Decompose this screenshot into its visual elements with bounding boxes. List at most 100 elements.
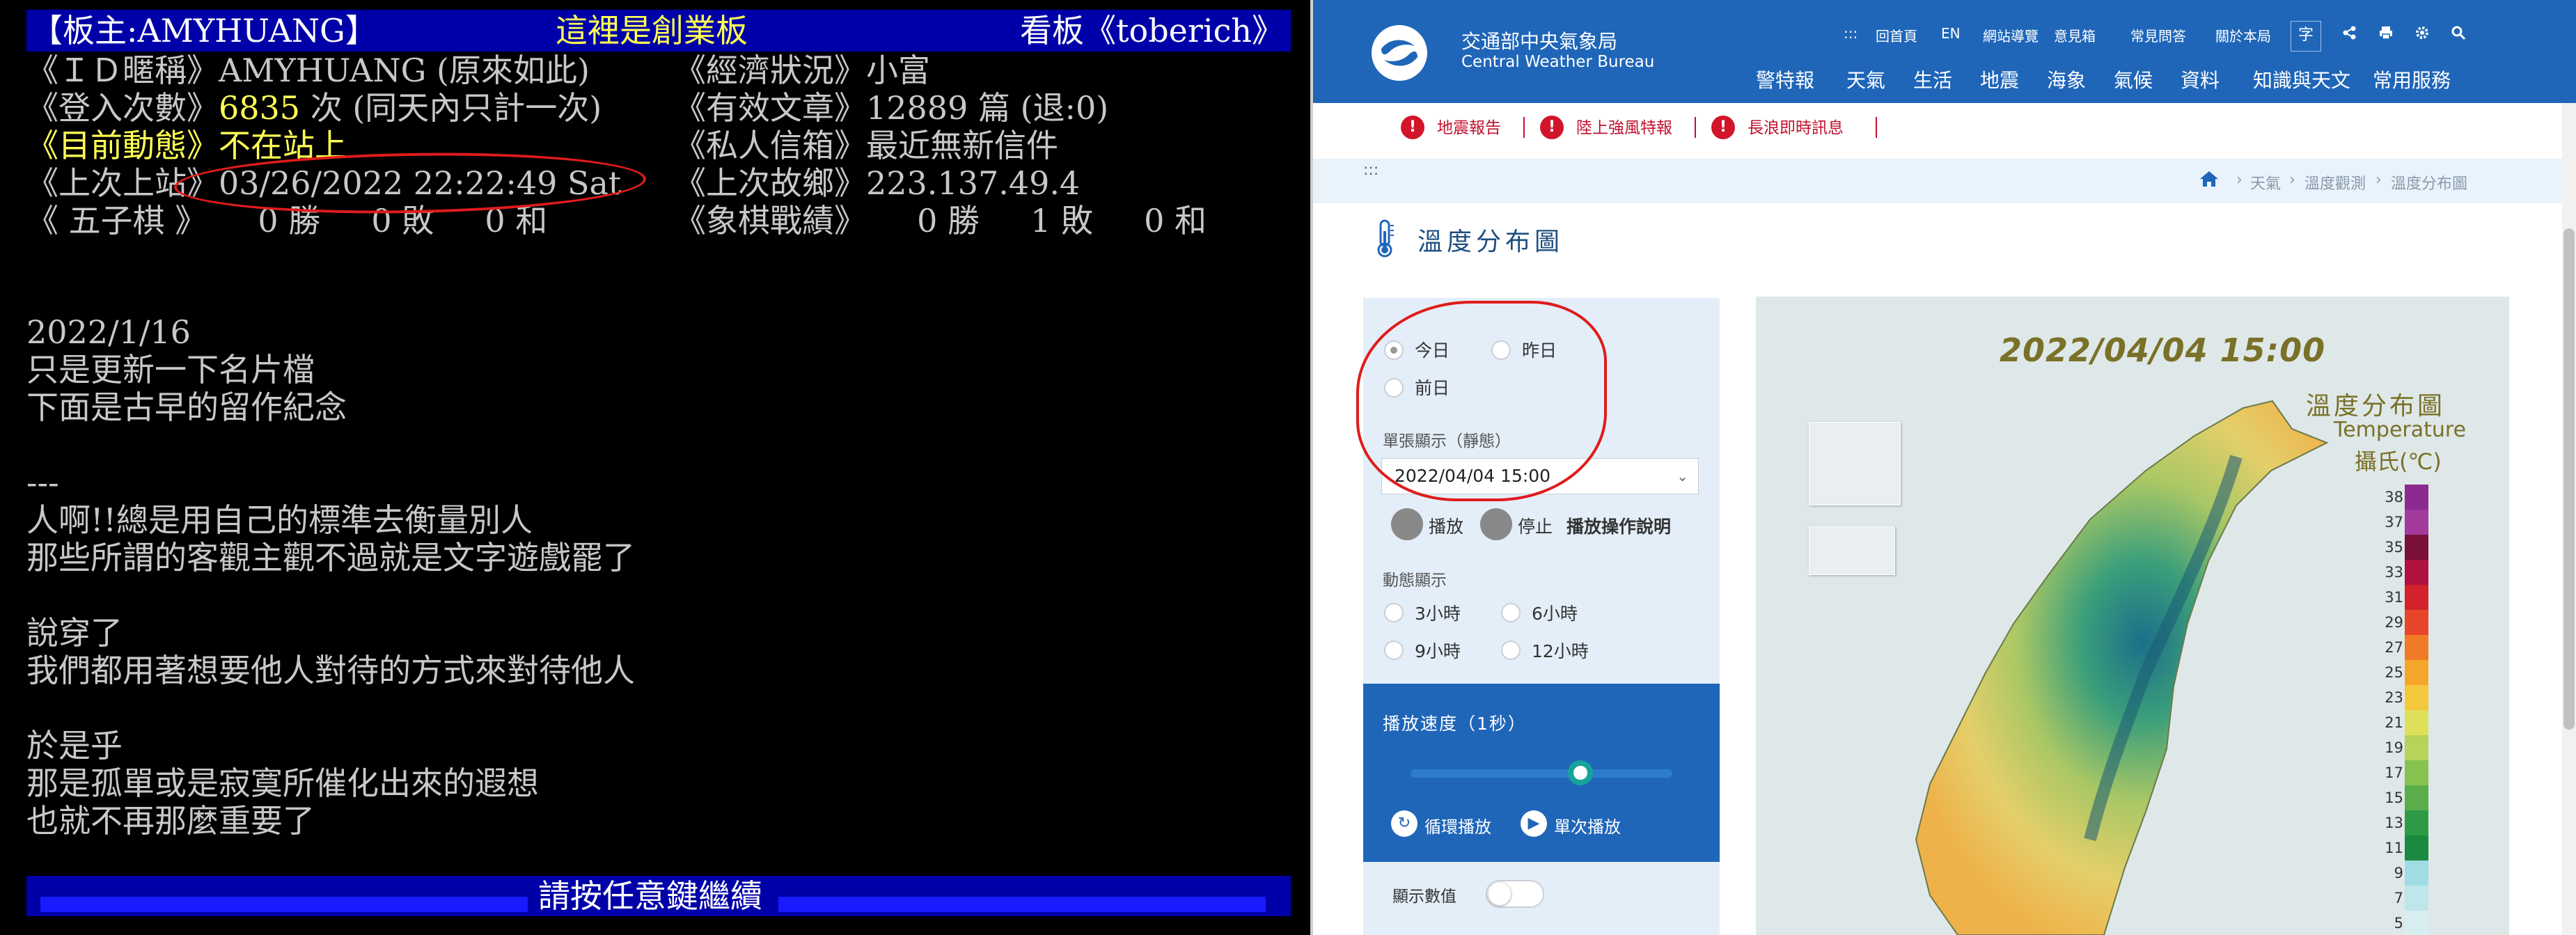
scale-swatch: [2405, 610, 2428, 635]
radio-6h[interactable]: [1501, 603, 1521, 622]
scale-swatch: [2405, 560, 2428, 585]
breadcrumb-weather[interactable]: 天氣: [2250, 171, 2281, 194]
map-legend-unit: 攝氏(℃): [2355, 448, 2442, 475]
profile-logins-note: 次 (同天內只計一次): [300, 89, 602, 127]
settings-gear-icon[interactable]: [2414, 25, 2430, 45]
breadcrumb-dots: :::: [1363, 162, 1379, 179]
scrollbar-thumb[interactable]: [2563, 228, 2575, 730]
loop-icon[interactable]: ↻: [1391, 810, 1417, 837]
nav-weather[interactable]: 天氣: [1846, 65, 1885, 93]
board-moderator: 【板主:AMYHUANG】: [31, 12, 377, 49]
util-about-link[interactable]: 關於本局: [2215, 25, 2271, 45]
scale-label: 19: [2385, 739, 2403, 756]
scale-swatch: [2405, 785, 2428, 810]
logo-title-zh[interactable]: 交通部中央氣象局: [1461, 26, 1617, 54]
alert-exclamation-icon: !: [1540, 116, 1564, 139]
font-size-button[interactable]: 字: [2291, 21, 2321, 52]
page-scrollbar[interactable]: [2562, 103, 2576, 935]
play-help-link[interactable]: 播放操作說明: [1566, 513, 1671, 538]
continue-prompt: 請按任意鍵繼續: [538, 877, 762, 915]
scale-swatch: [2405, 660, 2428, 685]
cwb-logo-icon[interactable]: [1372, 25, 1427, 81]
util-mailbox-link[interactable]: 意見箱: [2054, 25, 2096, 45]
util-sitemap-link[interactable]: 網站導覽: [1983, 25, 2039, 45]
profile-logins-label: 《登入次數》: [26, 89, 219, 127]
util-en-link[interactable]: EN: [1941, 25, 1961, 42]
nav-services[interactable]: 常用服務: [2373, 65, 2451, 93]
stop-button[interactable]: [1480, 508, 1512, 540]
breadcrumb-sep: ›: [2289, 171, 2295, 189]
scale-label: 13: [2385, 815, 2403, 831]
scale-label: 11: [2385, 840, 2403, 856]
signature-text: 2022/1/16 只是更新一下名片檔 下面是古早的留作紀念 --- 人啊!!總…: [26, 313, 635, 840]
bbs-top-bar: 【板主:AMYHUANG】 這裡是創業板 看板《toberich》: [26, 10, 1291, 52]
scale-label: 21: [2385, 714, 2403, 731]
print-icon[interactable]: [2378, 25, 2394, 45]
continue-prompt-bar[interactable]: 請按任意鍵繼續: [26, 876, 1291, 916]
search-icon[interactable]: [2451, 25, 2466, 45]
profile-posts: 《有效文章》12889 篇 (退:0): [674, 89, 1109, 127]
play-label[interactable]: 播放: [1429, 513, 1463, 538]
page-title: 溫度分布圖: [1417, 228, 1564, 256]
alert-separator: [1876, 117, 1877, 138]
scale-label: 33: [2385, 564, 2403, 581]
scale-label: 15: [2385, 789, 2403, 806]
show-values-toggle[interactable]: [1486, 880, 1544, 908]
radio-9h[interactable]: [1384, 641, 1404, 660]
stop-label[interactable]: 停止: [1518, 513, 1553, 538]
kinmen-inset: [1809, 526, 1895, 575]
nav-marine[interactable]: 海象: [2047, 65, 2086, 93]
scale-swatch: [2405, 585, 2428, 610]
scale-label: 35: [2385, 539, 2403, 556]
radio-6h-label[interactable]: 6小時: [1532, 600, 1578, 625]
radio-3h-label[interactable]: 3小時: [1415, 600, 1461, 625]
play-once-button[interactable]: 單次播放: [1554, 813, 1621, 838]
radio-12h-label[interactable]: 12小時: [1532, 638, 1589, 663]
map-legend-title-en: Temperature: [2334, 418, 2467, 442]
scale-swatch: [2405, 886, 2428, 911]
temperature-color-scale: [2405, 485, 2428, 935]
nav-warnings[interactable]: 警特報: [1756, 65, 1814, 93]
nav-life[interactable]: 生活: [1913, 65, 1952, 93]
share-icon[interactable]: [2342, 25, 2357, 45]
radio-12h[interactable]: [1501, 641, 1521, 660]
profile-logins-value: 6835: [219, 89, 301, 127]
util-dots: :::: [1844, 25, 1858, 42]
util-home-link[interactable]: 回首頁: [1876, 25, 1917, 45]
scale-label: 38: [2385, 489, 2403, 505]
breadcrumb: [1313, 159, 2576, 203]
speed-slider-handle[interactable]: [1568, 760, 1593, 785]
alert-wind-link[interactable]: 陸上強風特報: [1576, 114, 1672, 138]
profile-mailbox: 《私人信箱》最近無新信件: [674, 127, 1058, 164]
board-name: 看板《toberich》: [1020, 12, 1284, 49]
scale-label: 29: [2385, 614, 2403, 631]
profile-nickname: 《ＩＤ暱稱》AMYHUANG (原來如此): [26, 52, 590, 89]
alert-exclamation-icon: !: [1401, 116, 1424, 139]
board-slogan: 這裡是創業板: [556, 12, 748, 49]
breadcrumb-temp-obs[interactable]: 溫度觀測: [2304, 171, 2366, 194]
radio-3h[interactable]: [1384, 603, 1404, 622]
radio-9h-label[interactable]: 9小時: [1415, 638, 1461, 663]
scale-label: 27: [2385, 639, 2403, 656]
nav-climate[interactable]: 氣候: [2114, 65, 2153, 93]
play-once-icon[interactable]: ▶: [1521, 810, 1547, 837]
alert-waves-link[interactable]: 長浪即時訊息: [1748, 114, 1844, 138]
matsu-inset: [1809, 422, 1901, 505]
scale-swatch: [2405, 485, 2428, 510]
nav-knowledge[interactable]: 知識與天文: [2253, 65, 2350, 93]
logo-title-en[interactable]: Central Weather Bureau: [1461, 53, 1654, 71]
nav-earthquake[interactable]: 地震: [1980, 65, 2019, 93]
nav-data[interactable]: 資料: [2181, 65, 2220, 93]
util-faq-link[interactable]: 常見問答: [2130, 25, 2186, 45]
loop-play-button[interactable]: 循環播放: [1424, 813, 1491, 838]
prompt-bar-left-stripe: [40, 897, 528, 912]
home-icon[interactable]: [2199, 170, 2220, 191]
bbs-terminal: 【板主:AMYHUANG】 這裡是創業板 看板《toberich》 《ＩＤ暱稱》…: [0, 0, 1310, 935]
speed-slider-track[interactable]: [1411, 769, 1672, 778]
play-button[interactable]: [1391, 508, 1423, 540]
speed-label: 播放速度（1秒）: [1383, 714, 1527, 734]
scale-swatch: [2405, 510, 2428, 535]
alert-earthquake-link[interactable]: 地震報告: [1437, 114, 1501, 138]
chevron-down-icon: ⌄: [1676, 468, 1688, 485]
scale-swatch: [2405, 535, 2428, 560]
